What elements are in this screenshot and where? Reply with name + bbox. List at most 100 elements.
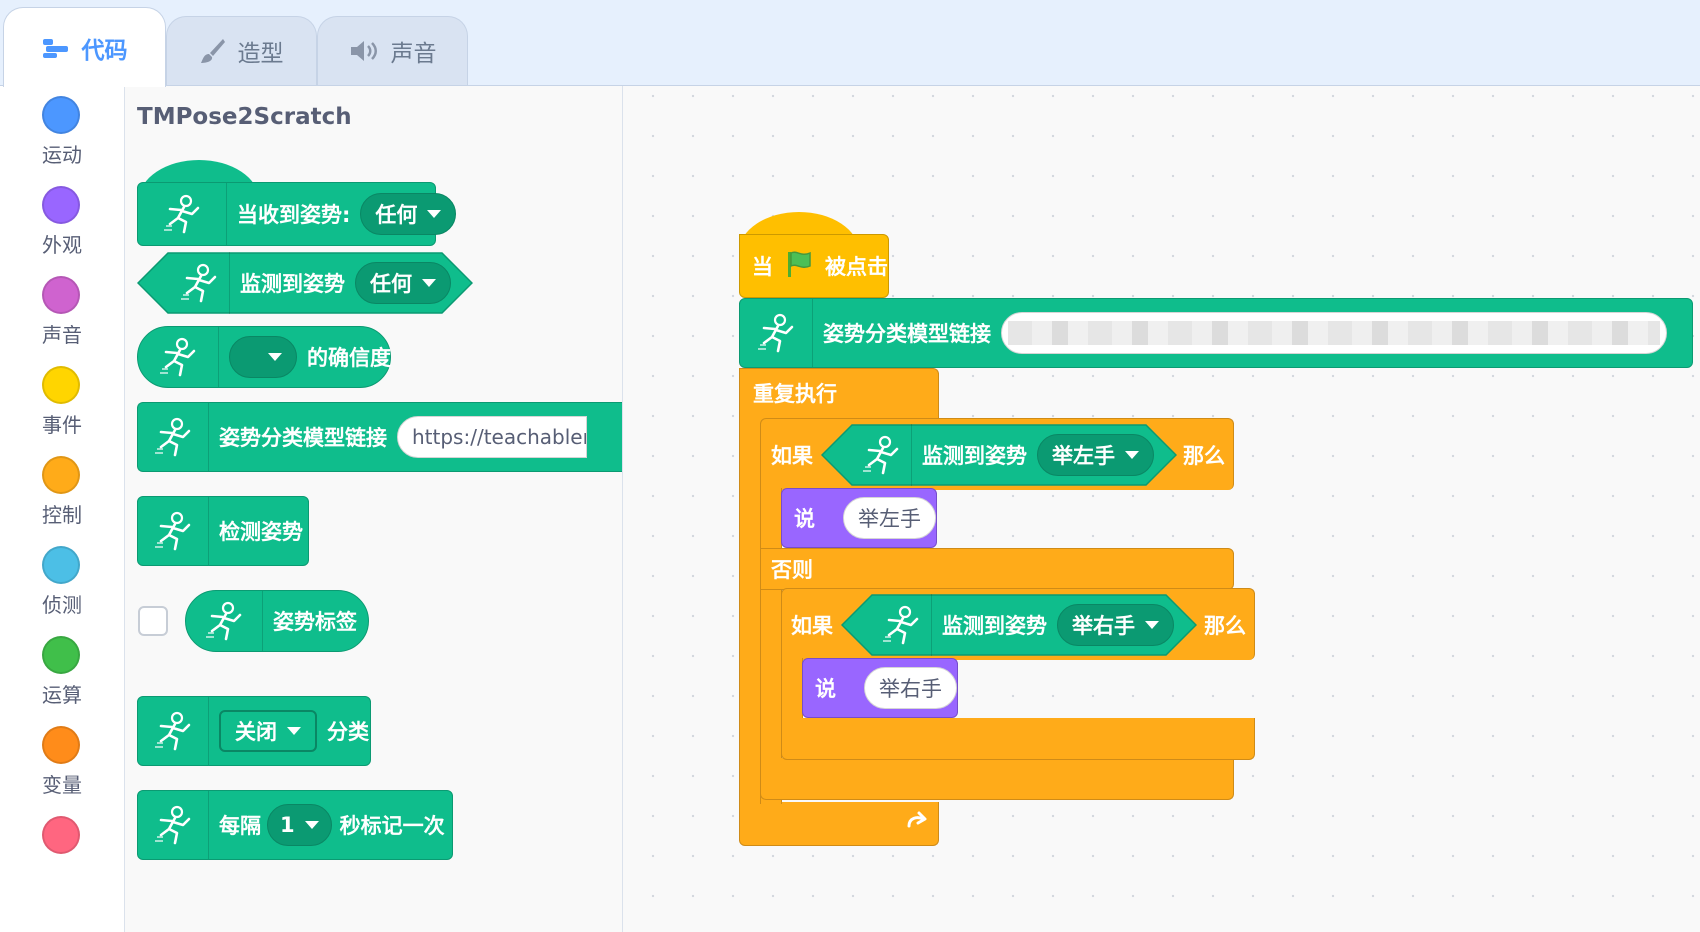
every-suffix-label: 秒标记一次 — [339, 814, 445, 838]
caret-down-icon — [304, 821, 319, 829]
pose-runner-icon — [138, 183, 227, 245]
redacted-url — [1008, 321, 1660, 345]
detect-pose-label: 检测姿势 — [219, 520, 303, 544]
pose-dropdown[interactable]: 任何 — [360, 193, 457, 235]
pose-runner-icon — [138, 327, 219, 387]
left-pose-dropdown[interactable]: 举左手 — [1037, 434, 1154, 476]
caret-down-icon — [427, 210, 442, 218]
pose-runner-icon — [851, 424, 912, 486]
category-sensing-label: 侦测 — [42, 593, 82, 617]
detected-left-label: 监测到姿势 — [922, 444, 1027, 468]
category-motion-label: 运动 — [42, 143, 82, 167]
say-right-block[interactable]: 说 举右手 — [802, 658, 958, 718]
pose-label-checkbox[interactable] — [138, 606, 168, 636]
classification-label: 分类 — [327, 720, 369, 744]
loop-arrow-icon — [903, 808, 931, 840]
pose-dropdown[interactable]: 任何 — [355, 262, 451, 304]
else-bar — [760, 548, 1234, 590]
category-operators[interactable]: 运算 — [0, 626, 124, 718]
category-operators-dot — [42, 636, 80, 674]
detect-pose-block[interactable]: 检测姿势 — [137, 496, 309, 566]
classification-dropdown[interactable]: 关闭 — [219, 710, 317, 752]
pose-label-reporter-block[interactable]: 姿势标签 — [185, 590, 369, 652]
every-seconds-block[interactable]: 每隔 1 秒标记一次 — [137, 790, 453, 860]
pose-runner-icon — [740, 299, 813, 367]
inner-then-label: 那么 — [1204, 614, 1246, 638]
category-control[interactable]: 控制 — [0, 446, 124, 538]
left-pose-dropdown-value: 举左手 — [1052, 444, 1115, 468]
forever-block-arm — [739, 426, 761, 804]
say-right-label: 说 — [815, 677, 836, 701]
say-left-input[interactable]: 举左手 — [843, 497, 936, 539]
pose-runner-icon — [138, 497, 209, 565]
tab-sounds[interactable]: 声音 — [317, 16, 468, 85]
category-events[interactable]: 事件 — [0, 356, 124, 448]
right-pose-dropdown-value: 举右手 — [1072, 614, 1135, 638]
category-motion[interactable]: 运动 — [0, 86, 124, 178]
model-url-input[interactable]: https://teachablem — [397, 416, 587, 458]
tab-sounds-label: 声音 — [390, 41, 437, 67]
category-operators-label: 运算 — [42, 683, 82, 707]
category-sensing[interactable]: 侦测 — [0, 536, 124, 628]
brush-icon — [200, 37, 226, 65]
category-events-label: 事件 — [42, 413, 82, 437]
code-icon — [42, 37, 70, 59]
category-looks-label: 外观 — [42, 233, 82, 257]
extension-title: TMPose2Scratch — [137, 104, 352, 130]
category-sound[interactable]: 声音 — [0, 266, 124, 358]
pose-dropdown-value: 任何 — [375, 203, 418, 227]
model-url-label: 姿势分类模型链接 — [219, 426, 387, 450]
speaker-icon — [349, 39, 379, 63]
category-my-blocks-dot — [42, 816, 80, 854]
category-control-label: 控制 — [42, 503, 82, 527]
detected-pose-block[interactable]: 监测到姿势 任何 — [169, 252, 451, 314]
detected-right-block[interactable]: 监测到姿势 举右手 — [871, 594, 1174, 656]
category-variables-dot — [42, 726, 80, 764]
inner-if-block-arm — [781, 658, 803, 722]
category-variables-label: 变量 — [42, 773, 82, 797]
model-url-block[interactable]: 姿势分类模型链接 https://teachablem — [137, 402, 622, 472]
detected-pose-label: 监测到姿势 — [240, 272, 345, 296]
say-left-label: 说 — [794, 507, 815, 531]
seconds-dropdown[interactable]: 1 — [267, 804, 332, 846]
say-left-block[interactable]: 说 举左手 — [781, 488, 937, 548]
confidence-label: 的确信度 — [307, 346, 391, 370]
class-dropdown[interactable] — [229, 336, 297, 378]
else-label: 否则 — [771, 558, 813, 582]
pose-dropdown-value: 任何 — [370, 272, 412, 296]
pose-runner-icon — [138, 403, 209, 471]
detected-left-block[interactable]: 监测到姿势 举左手 — [851, 424, 1154, 486]
if-else-block-arm — [760, 488, 782, 804]
tab-costumes-label: 造型 — [237, 41, 284, 67]
confidence-reporter-block[interactable]: 的确信度 — [137, 326, 391, 388]
category-sensing-dot — [42, 546, 80, 584]
tab-costumes[interactable]: 造型 — [166, 16, 317, 85]
caret-down-icon — [1125, 451, 1139, 459]
when-received-label: 当收到姿势: — [237, 203, 351, 227]
script-workspace[interactable]: 当 被点击 姿势分类模型链接 重复执行 如果 那么 否则 监测到姿势 举左手 说… — [623, 86, 1700, 932]
when-flag-clicked-block[interactable]: 当 被点击 — [739, 234, 889, 298]
caret-down-icon — [422, 279, 436, 287]
say-right-input[interactable]: 举右手 — [864, 667, 957, 709]
script-model-url-block[interactable]: 姿势分类模型链接 — [739, 298, 1693, 368]
category-looks[interactable]: 外观 — [0, 176, 124, 268]
classification-toggle-block[interactable]: 关闭 分类 — [137, 696, 371, 766]
when-received-pose-block[interactable]: 当收到姿势: 任何 — [137, 182, 457, 246]
category-menu: 运动 外观 声音 事件 控制 侦测 运算 变量 — [0, 86, 125, 932]
caret-down-icon — [1145, 621, 1159, 629]
right-pose-dropdown[interactable]: 举右手 — [1057, 604, 1174, 646]
seconds-dropdown-value: 1 — [280, 813, 295, 837]
pose-runner-icon — [186, 591, 263, 651]
script-model-url-input[interactable] — [1001, 312, 1667, 354]
tab-code[interactable]: 代码 — [3, 7, 166, 87]
then-label: 那么 — [1183, 444, 1225, 468]
every-label: 每隔 — [219, 814, 261, 838]
category-events-dot — [42, 366, 80, 404]
category-sound-dot — [42, 276, 80, 314]
category-looks-dot — [42, 186, 80, 224]
detected-right-label: 监测到姿势 — [942, 614, 1047, 638]
category-my-blocks[interactable] — [0, 806, 124, 898]
forever-label: 重复执行 — [753, 382, 837, 406]
category-motion-dot — [42, 96, 80, 134]
category-variables[interactable]: 变量 — [0, 716, 124, 808]
